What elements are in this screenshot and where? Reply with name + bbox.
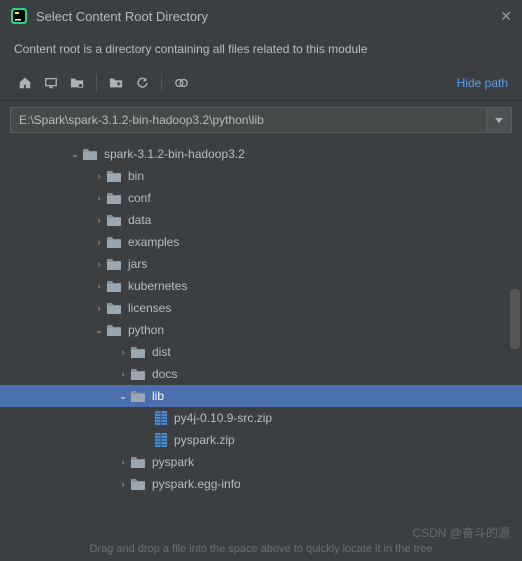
path-input[interactable] [10,107,486,133]
directory-tree[interactable]: ⌄ spark-3.1.2-bin-hadoop3.2 › bin › conf › data… [0,139,522,499]
tree-folder[interactable]: › bin [0,165,522,187]
chevron-right-icon[interactable]: › [116,457,130,467]
tree-item-label: spark-3.1.2-bin-hadoop3.2 [104,147,245,161]
tree-file[interactable]: py4j-0.10.9-src.zip [0,407,522,429]
tree-item-label: kubernetes [128,279,187,293]
chevron-right-icon[interactable]: › [116,369,130,379]
chevron-right-icon[interactable]: › [92,193,106,203]
tree-folder[interactable]: › data [0,209,522,231]
chevron-right-icon[interactable]: › [92,215,106,225]
folder-icon [130,389,146,403]
project-icon[interactable] [66,72,88,94]
tree-item-label: pyspark.zip [174,433,235,447]
chevron-right-icon[interactable]: › [92,171,106,181]
drop-hint: Drag and drop a file into the space abov… [0,539,522,559]
folder-icon [82,147,98,161]
tree-file[interactable]: pyspark.zip [0,429,522,451]
tree-item-label: pyspark.egg-info [152,477,241,491]
tree-item-label: examples [128,235,179,249]
folder-icon [106,257,122,271]
chevron-down-icon[interactable]: ⌄ [116,391,130,402]
chevron-right-icon[interactable]: › [116,347,130,357]
close-icon[interactable]: ✕ [500,8,512,25]
tree-item-label: data [128,213,151,227]
tree-item-label: pyspark [152,455,194,469]
tree-item-label: bin [128,169,144,183]
tree-folder[interactable]: › licenses [0,297,522,319]
scrollbar-thumb[interactable] [510,289,520,349]
title-bar: Select Content Root Directory ✕ [0,0,522,32]
scrollbar[interactable] [510,139,520,539]
chevron-down-icon[interactable]: ⌄ [92,325,106,336]
archive-icon [154,432,168,448]
tree-folder[interactable]: › docs [0,363,522,385]
folder-icon [106,301,122,315]
dialog-subtitle: Content root is a directory containing a… [0,32,522,66]
tree-item-label: py4j-0.10.9-src.zip [174,411,272,425]
chevron-right-icon[interactable]: › [92,237,106,247]
tree-folder[interactable]: › conf [0,187,522,209]
tree-item-label: python [128,323,164,337]
tree-item-label: dist [152,345,171,359]
tree-folder[interactable]: ⌄ lib [0,385,522,407]
show-hidden-icon[interactable] [170,72,192,94]
toolbar-separator [96,74,97,92]
folder-icon [106,235,122,249]
folder-icon [130,345,146,359]
toolbar-separator [161,74,162,92]
tree-folder[interactable]: › kubernetes [0,275,522,297]
folder-icon [106,323,122,337]
dialog-title: Select Content Root Directory [36,9,500,24]
tree-folder[interactable]: › dist [0,341,522,363]
folder-icon [130,477,146,491]
tree-folder[interactable]: › pyspark [0,451,522,473]
folder-icon [106,169,122,183]
tree-folder[interactable]: › examples [0,231,522,253]
archive-icon [154,410,168,426]
chevron-right-icon[interactable]: › [92,259,106,269]
chevron-right-icon[interactable]: › [116,479,130,489]
tree-item-label: lib [152,389,164,403]
folder-icon [130,455,146,469]
chevron-down-icon[interactable]: ⌄ [68,149,82,160]
folder-icon [106,213,122,227]
folder-icon [106,191,122,205]
chevron-right-icon[interactable]: › [92,281,106,291]
tree-item-label: licenses [128,301,171,315]
folder-icon [106,279,122,293]
new-folder-icon[interactable] [105,72,127,94]
tree-item-label: conf [128,191,151,205]
folder-icon [130,367,146,381]
path-row [0,101,522,139]
tree-item-label: docs [152,367,177,381]
app-icon [10,7,28,25]
tree-item-label: jars [128,257,147,271]
tree-folder[interactable]: › jars [0,253,522,275]
tree-folder[interactable]: ⌄ python [0,319,522,341]
refresh-icon[interactable] [131,72,153,94]
toolbar: Hide path [0,66,522,101]
path-dropdown-button[interactable] [486,107,512,133]
desktop-icon[interactable] [40,72,62,94]
tree-folder[interactable]: › pyspark.egg-info [0,473,522,495]
home-icon[interactable] [14,72,36,94]
chevron-right-icon[interactable]: › [92,303,106,313]
hide-path-link[interactable]: Hide path [457,76,508,90]
tree-folder[interactable]: ⌄ spark-3.1.2-bin-hadoop3.2 [0,143,522,165]
